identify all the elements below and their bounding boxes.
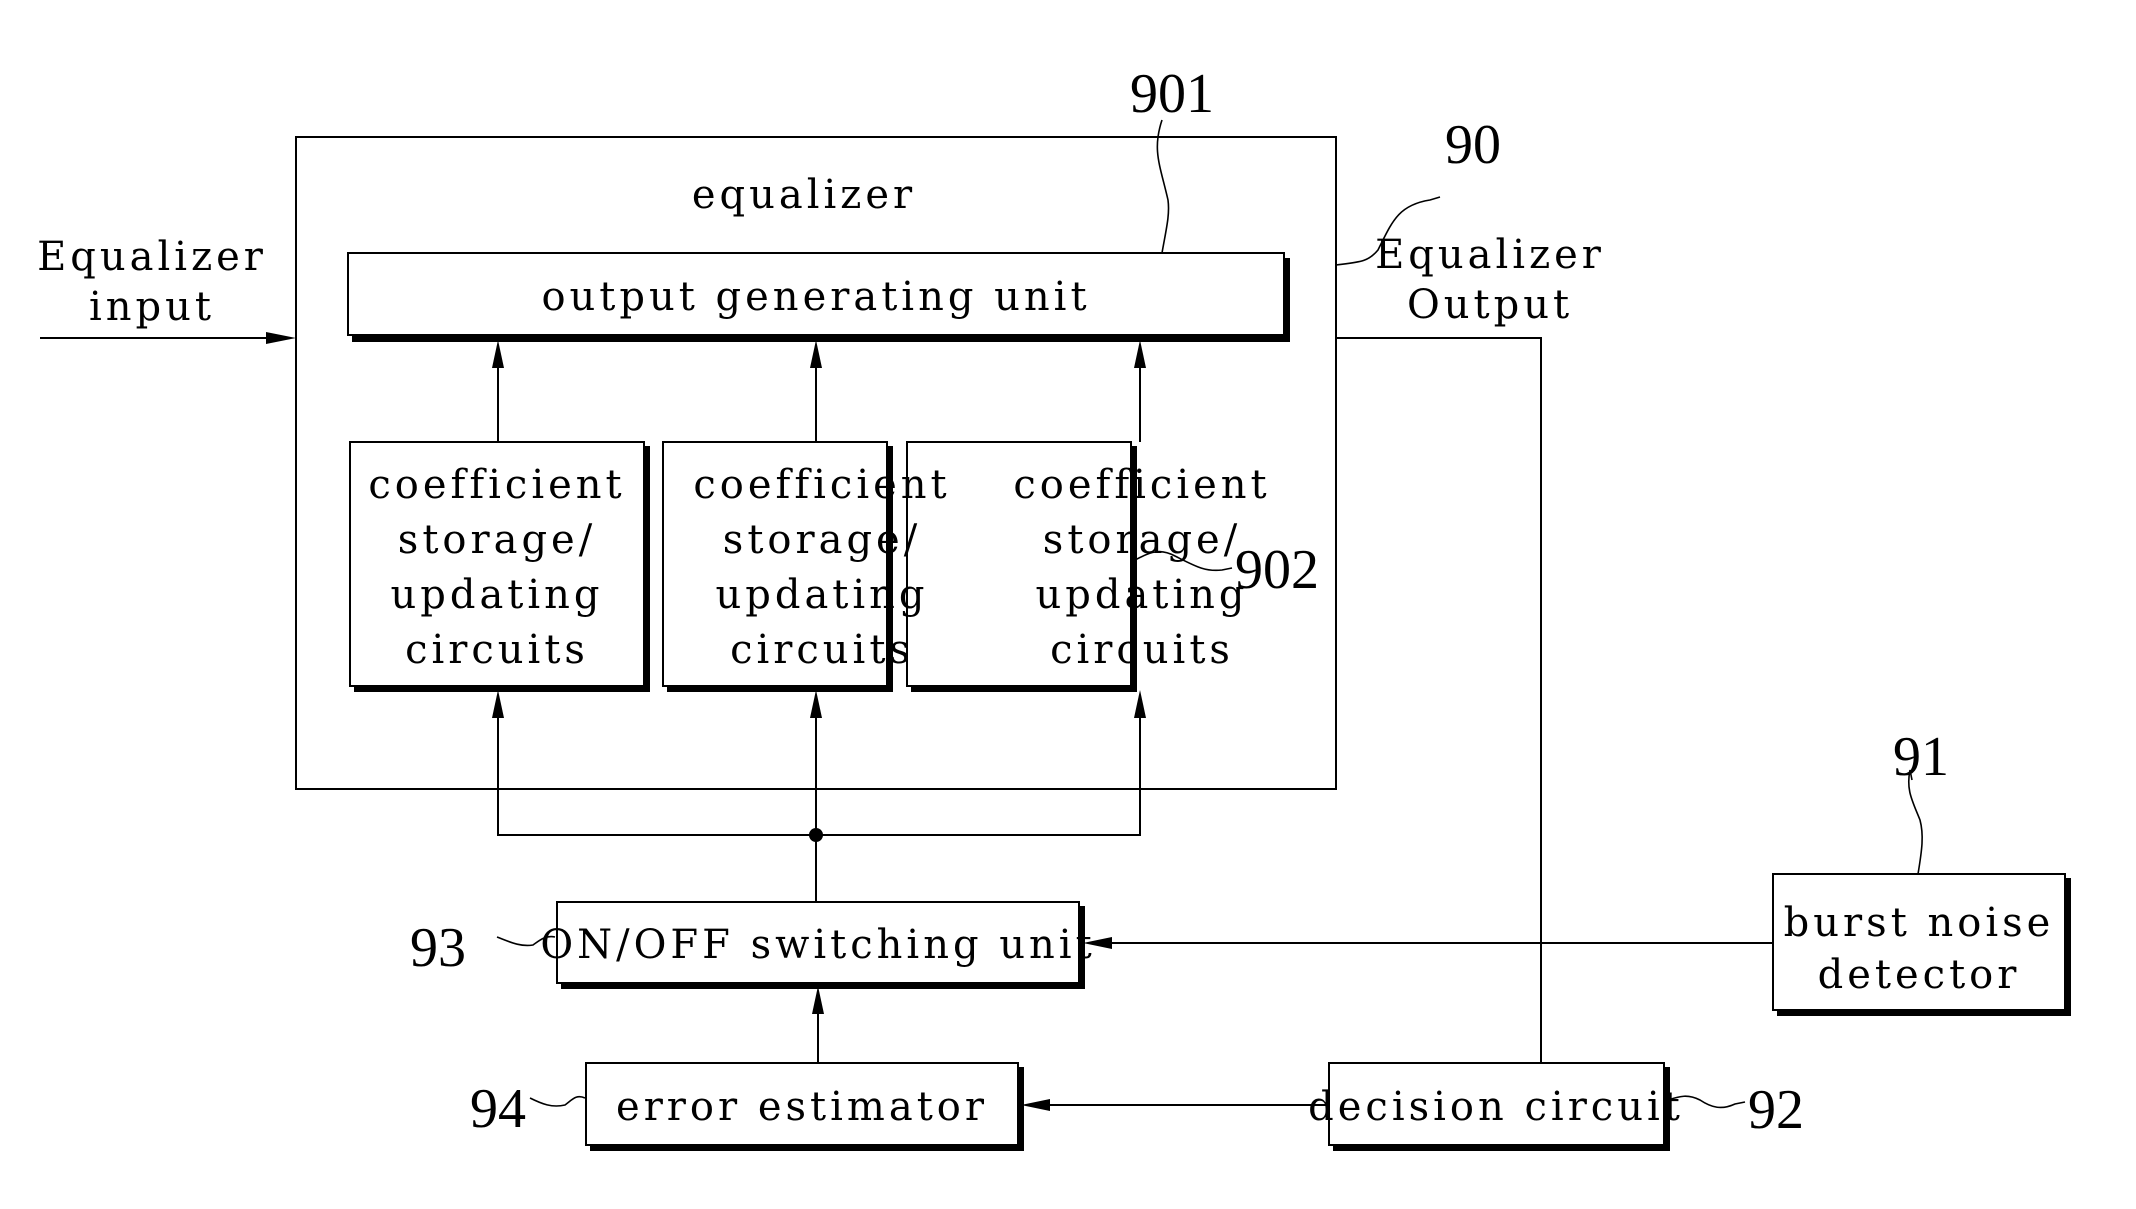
block-diagram: equalizer 90 Equalizer input output gene…	[37, 63, 2071, 1151]
output-unit-label: output generating unit	[541, 274, 1090, 320]
burst-detector-line2: detector	[1818, 952, 2021, 998]
coef-1-line2: storage/	[398, 517, 596, 563]
equalizer-title: equalizer	[692, 172, 916, 218]
arrow-up-icon	[1134, 340, 1146, 368]
switching-unit-label: ON/OFF switching unit	[540, 922, 1095, 968]
arrow-left-icon	[1021, 1099, 1050, 1111]
decision-circuit-label: decision circuit	[1308, 1084, 1684, 1130]
ref-90: 90	[1445, 114, 1501, 176]
coef-2-line1: coefficient	[693, 462, 950, 508]
arrow-up-icon	[1134, 690, 1146, 718]
input-arrow-icon	[266, 332, 296, 344]
arrow-up-icon	[810, 340, 822, 368]
junction-dot	[809, 828, 823, 842]
ref-92: 92	[1748, 1079, 1804, 1141]
coef-2-line2: storage/	[723, 517, 921, 563]
coef-2-line4: circuits	[730, 627, 914, 673]
ref-902: 902	[1235, 539, 1319, 601]
ref-901: 901	[1130, 63, 1214, 125]
output-label-line1: Equalizer	[1375, 232, 1605, 278]
coef-3-line3: updating	[1035, 572, 1248, 618]
arrow-up-icon	[492, 690, 504, 718]
coef-1-line1: coefficient	[368, 462, 625, 508]
coef-1-line3: updating	[390, 572, 603, 618]
ref-94-leader	[529, 1095, 586, 1107]
ref-91: 91	[1893, 726, 1949, 788]
coef-1-line4: circuits	[405, 627, 589, 673]
ref-901-leader	[1156, 119, 1170, 254]
control-bus	[497, 712, 1141, 836]
coef-3-line1: coefficient	[1013, 462, 1270, 508]
coef-3-line4: circuits	[1050, 627, 1234, 673]
ref-94: 94	[470, 1078, 526, 1140]
error-estimator-label: error estimator	[616, 1084, 988, 1130]
input-label-line2: input	[89, 284, 215, 330]
arrow-up-icon	[492, 340, 504, 368]
output-feedback-wire	[1336, 337, 1542, 1063]
arrow-up-icon	[812, 986, 824, 1014]
burst-detector-line1: burst noise	[1784, 900, 2055, 946]
output-label-line2: Output	[1407, 282, 1573, 328]
ref-93: 93	[410, 917, 466, 979]
input-label-line1: Equalizer	[37, 234, 267, 280]
coef-2-line3: updating	[715, 572, 928, 618]
